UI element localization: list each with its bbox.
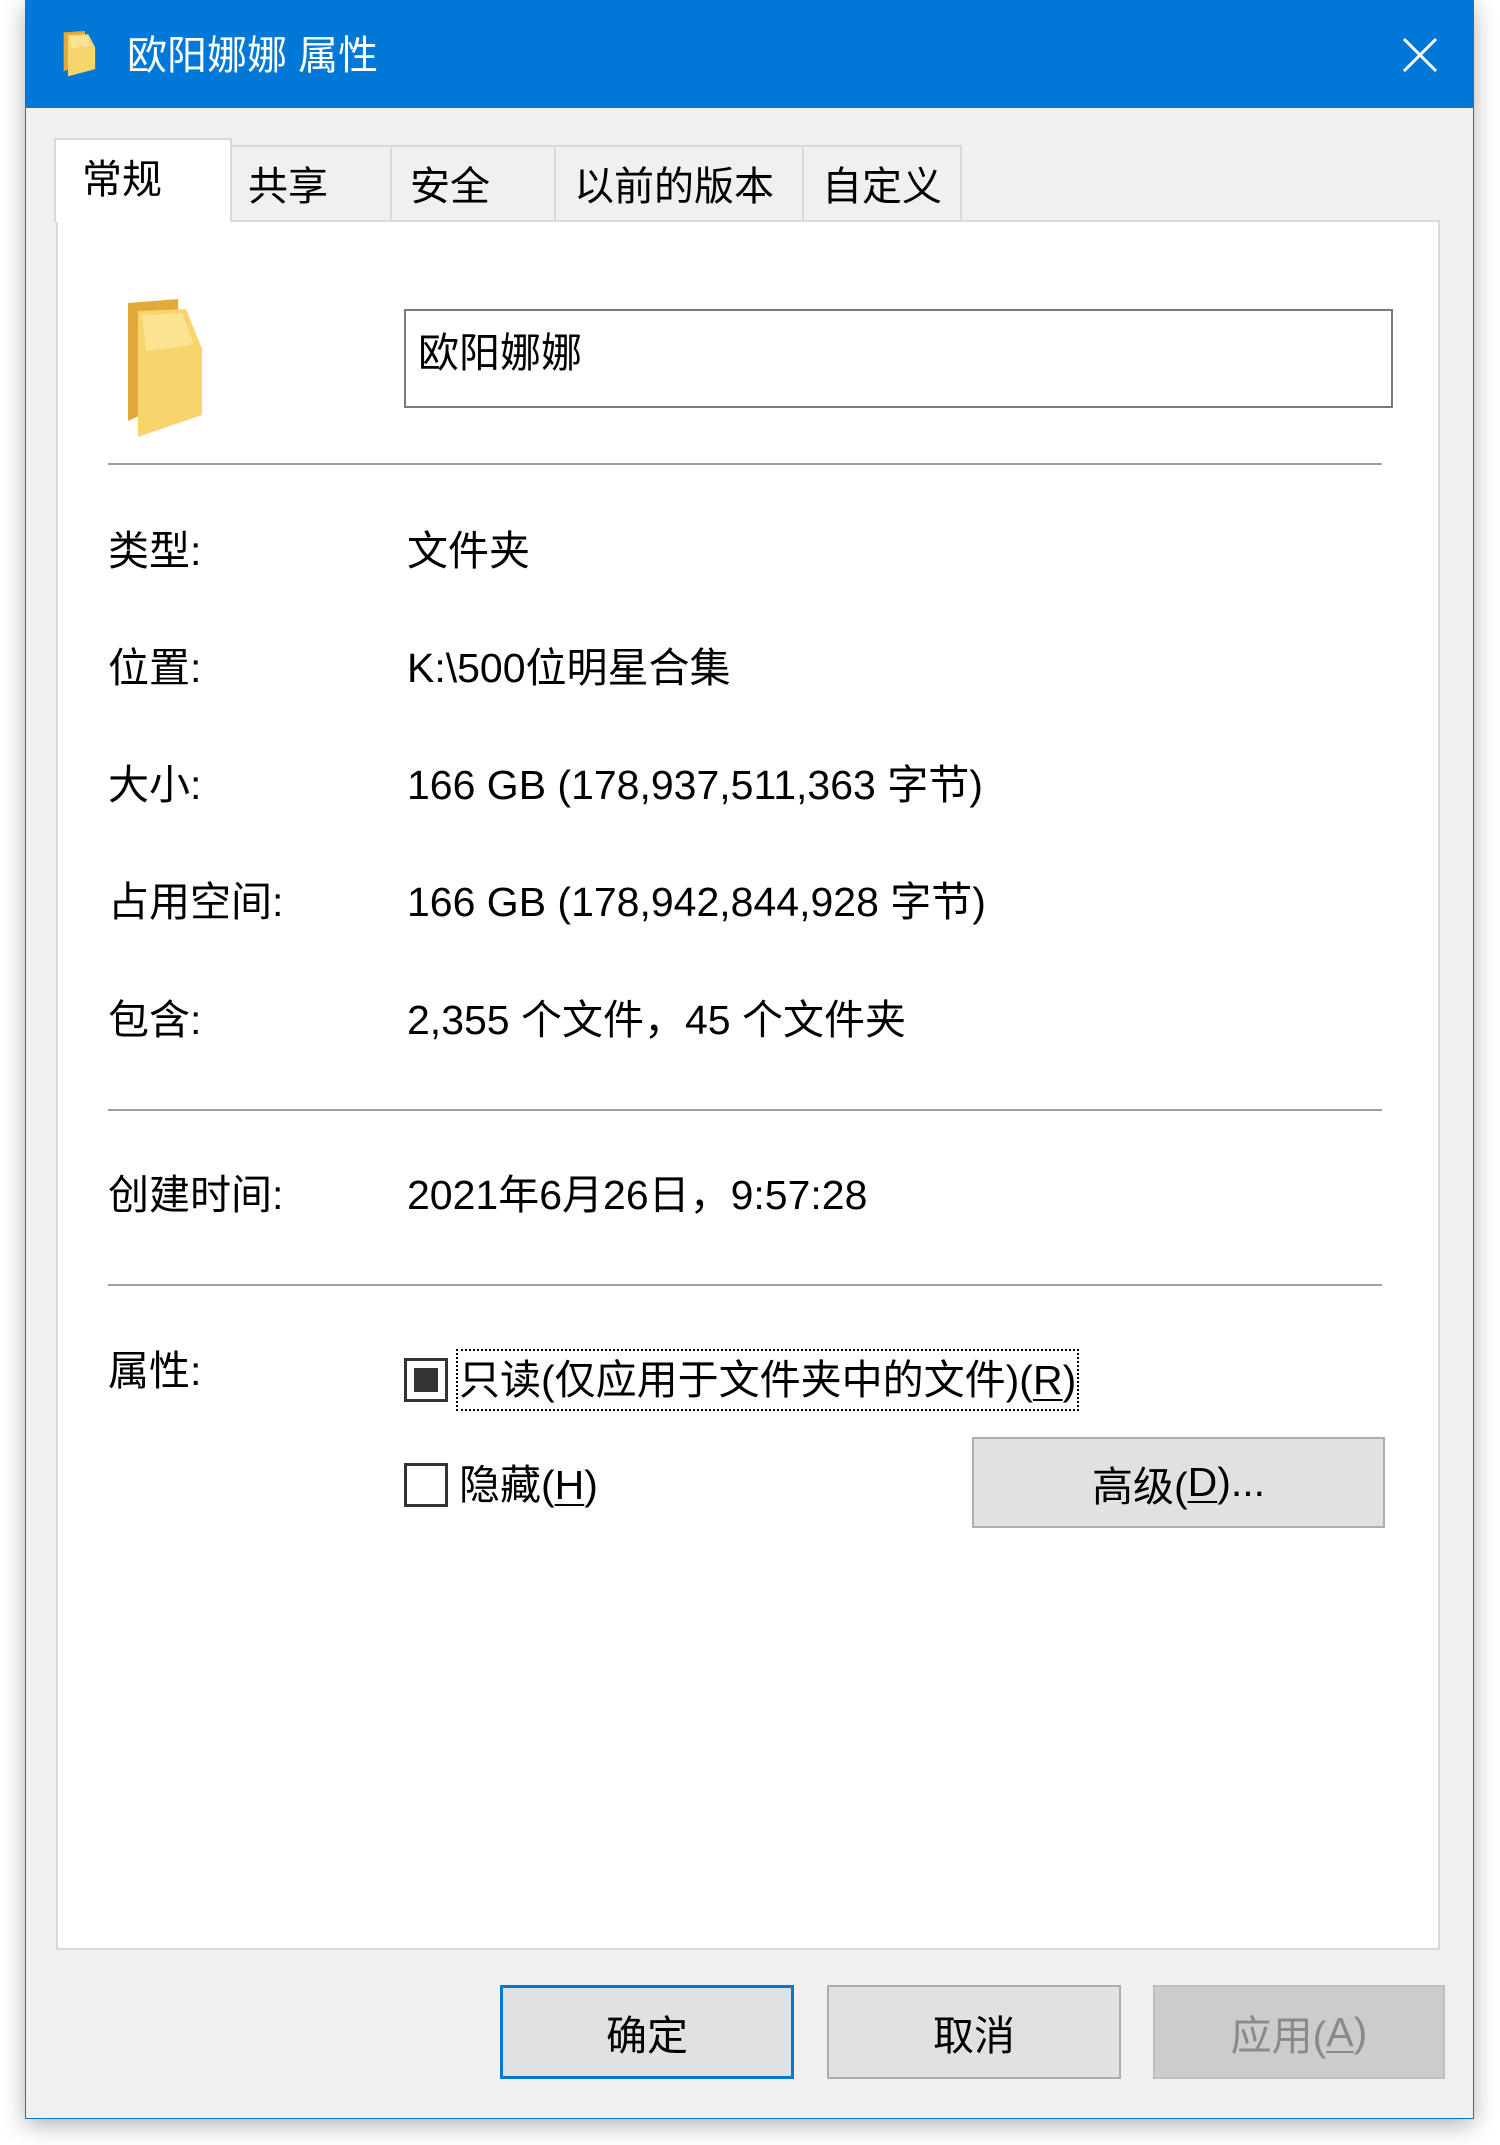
apply-suffix: ) <box>1353 2008 1368 2055</box>
tab-security[interactable]: 安全 <box>390 145 556 221</box>
separator <box>108 1284 1382 1286</box>
properties-dialog: 欧阳娜娜 属性 常规 共享 安全 以前的版本 自定义 类型: 文件夹 位置: K… <box>25 0 1474 2119</box>
readonly-option[interactable]: 只读(仅应用于文件夹中的文件)(R) <box>404 1348 1080 1412</box>
window-title: 欧阳娜娜 属性 <box>127 34 379 78</box>
hidden-suffix: ) <box>584 1462 598 1508</box>
contains-value: 2,355 个文件，45 个文件夹 <box>407 997 906 1043</box>
hidden-text: 隐藏( <box>459 1462 555 1508</box>
attributes-label: 属性: <box>108 1348 202 1394</box>
close-button[interactable] <box>1367 1 1473 108</box>
contains-label: 包含: <box>108 997 202 1043</box>
type-label: 类型: <box>108 528 202 574</box>
access-key: R <box>1032 1357 1063 1403</box>
folder-name-input[interactable] <box>404 309 1393 408</box>
size-on-disk-value: 166 GB (178,942,844,928 字节) <box>407 879 986 925</box>
tab-previous-versions[interactable]: 以前的版本 <box>554 145 804 221</box>
size-on-disk-label: 占用空间: <box>108 879 284 925</box>
title-bar[interactable]: 欧阳娜娜 属性 <box>26 1 1473 108</box>
close-icon <box>1402 37 1438 73</box>
access-key: D <box>1187 1459 1218 1505</box>
separator <box>108 463 1382 465</box>
access-key: H <box>554 1462 585 1508</box>
created-label: 创建时间: <box>108 1172 284 1218</box>
hidden-checkbox[interactable] <box>404 1463 448 1507</box>
advanced-text: 高级( <box>1091 1463 1188 1510</box>
size-value: 166 GB (178,937,511,363 字节) <box>407 762 983 808</box>
created-value: 2021年6月26日，9:57:28 <box>407 1172 868 1218</box>
tab-sharing[interactable]: 共享 <box>228 145 392 221</box>
folder-icon <box>62 31 96 77</box>
hidden-label[interactable]: 隐藏(H) <box>456 1454 601 1516</box>
separator <box>108 1109 1382 1111</box>
advanced-button[interactable]: 高级(D)... <box>972 1437 1385 1528</box>
ok-button[interactable]: 确定 <box>500 1985 794 2079</box>
type-value: 文件夹 <box>407 528 530 574</box>
readonly-text: 只读(仅应用于文件夹中的文件)( <box>459 1357 1033 1403</box>
tab-customize[interactable]: 自定义 <box>802 145 962 221</box>
cancel-button[interactable]: 取消 <box>827 1985 1121 2079</box>
readonly-label[interactable]: 只读(仅应用于文件夹中的文件)(R) <box>456 1349 1080 1411</box>
advanced-suffix: )... <box>1217 1459 1266 1505</box>
location-value: K:\500位明星合集 <box>407 645 731 691</box>
readonly-suffix: ) <box>1062 1357 1077 1403</box>
readonly-checkbox[interactable] <box>404 1358 448 1402</box>
location-label: 位置: <box>108 645 202 691</box>
apply-text: 应用( <box>1230 2013 1327 2059</box>
tab-general[interactable]: 常规 <box>54 138 232 222</box>
general-tab-panel: 类型: 文件夹 位置: K:\500位明星合集 大小: 166 GB (178,… <box>56 220 1440 1950</box>
access-key: A <box>1326 2008 1354 2055</box>
hidden-option[interactable]: 隐藏(H) <box>404 1453 601 1517</box>
folder-icon <box>124 299 204 439</box>
size-label: 大小: <box>108 762 202 808</box>
apply-button[interactable]: 应用(A) <box>1153 1985 1445 2079</box>
